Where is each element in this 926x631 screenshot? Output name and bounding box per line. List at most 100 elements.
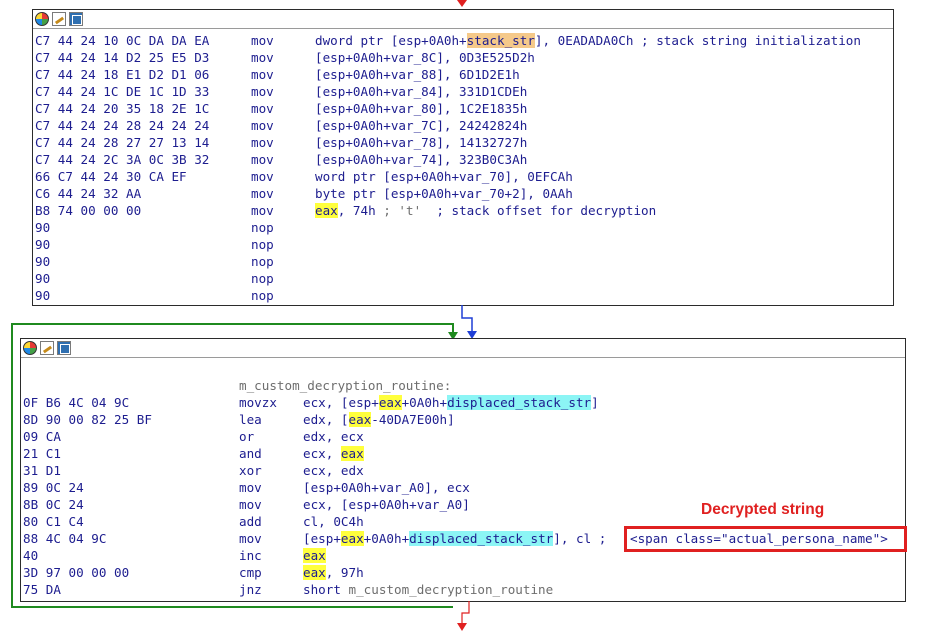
operands: cl, 0C4h — [303, 513, 364, 530]
annotation-title: Decrypted string — [701, 501, 825, 518]
instruction-row: C7 44 24 24 28 24 24 24 mov [esp+0A0h+var_… — [33, 117, 893, 134]
operands: byte ptr [esp+0A0h+var_70+2], 0AAh — [315, 185, 573, 202]
instruction-row: B8 74 00 00 00 mov eax, 74h ; 't' ; stack … — [33, 202, 893, 219]
edit-icon[interactable] — [40, 341, 54, 355]
operand-text: ], 0EADADA0Ch ; stack string initializat… — [534, 33, 861, 48]
opcode-bytes: 90 — [35, 271, 51, 286]
instruction-row: 21 C1 and ecx, eax — [21, 445, 905, 462]
operand-text: +0A0h+ — [401, 395, 448, 410]
operand-text: ecx, [esp+0A0h+var_A0] — [303, 497, 470, 512]
operand-text: ecx, — [303, 446, 341, 461]
exit-edge — [457, 601, 470, 631]
operand-text: [esp+0A0h+var_74], 323B0C3Ah — [315, 152, 528, 167]
operands: edx, [eax-40DA7E00h] — [303, 411, 455, 428]
mnemonic: mov — [251, 50, 274, 65]
opcode-bytes: C7 44 24 1C DE 1C 1D 33 — [35, 84, 210, 99]
highlighted-token: eax — [303, 548, 326, 563]
mnemonic: mov — [251, 152, 274, 167]
opcode-bytes: C7 44 24 14 D2 25 E5 D3 — [35, 50, 210, 65]
instruction-row: C7 44 24 20 35 18 2E 1C mov [esp+0A0h+var_… — [33, 100, 893, 117]
operand-text: dword ptr [esp+0A0h+ — [315, 33, 467, 48]
instruction-row: 90 nop — [33, 236, 893, 253]
opcode-bytes: 66 C7 44 24 30 CA EF — [35, 169, 187, 184]
highlighted-token: eax — [315, 203, 338, 218]
instruction-row: C7 44 24 18 E1 D2 D1 06 mov [esp+0A0h+var_… — [33, 66, 893, 83]
instruction-row: 89 0C 24 mov [esp+0A0h+var_A0], ecx — [21, 479, 905, 496]
instruction-row: 90 nop — [33, 219, 893, 236]
operands: eax, 74h ; 't' ; stack offset for decryp… — [315, 202, 656, 219]
operand-text: edx, [ — [303, 412, 349, 427]
operands: short m_custom_decryption_routine — [303, 581, 553, 598]
mnemonic: add — [239, 514, 262, 529]
highlighted-token: eax — [303, 565, 326, 580]
instruction-row: 3D 97 00 00 00 cmp eax, 97h — [21, 564, 905, 581]
operand-text: [esp+ — [303, 531, 341, 546]
instruction-row: 75 DA jnz short m_custom_decryption_routin… — [21, 581, 905, 598]
operands: edx, ecx — [303, 428, 364, 445]
opcode-bytes: 89 0C 24 — [23, 480, 84, 495]
opcode-bytes: C7 44 24 20 35 18 2E 1C — [35, 101, 210, 116]
mnemonic: mov — [251, 67, 274, 82]
operands: [esp+0A0h+var_7C], 24242824h — [315, 117, 527, 134]
instruction-row: C6 44 24 32 AA mov byte ptr [esp+0A0h+var_… — [33, 185, 893, 202]
operand-text: ; stack offset for decryption — [421, 203, 657, 218]
block-header — [21, 339, 905, 358]
operand-text: [esp+0A0h+var_78], 14132727h — [315, 135, 528, 150]
operands: ecx, [esp+0A0h+var_A0] — [303, 496, 470, 513]
opcode-bytes: C7 44 24 2C 3A 0C 3B 32 — [35, 152, 210, 167]
opcode-bytes: 21 C1 — [23, 446, 61, 461]
operand-text: ], cl ; — [553, 531, 607, 546]
opcode-bytes: C6 44 24 32 AA — [35, 186, 142, 201]
highlighted-token: stack_str — [466, 33, 535, 48]
mnemonic: and — [239, 446, 262, 461]
operand-text: [esp+0A0h+var_A0], ecx — [303, 480, 470, 495]
operands: ecx, eax — [303, 445, 364, 462]
opcode-bytes: 88 4C 04 9C — [23, 531, 107, 546]
mnemonic: cmp — [239, 565, 262, 580]
operand-text: [esp+0A0h+var_88], 6D1D2E1h — [315, 67, 520, 82]
instruction-row: 8D 90 00 82 25 BF lea edx, [eax-40DA7E00h] — [21, 411, 905, 428]
color-icon[interactable] — [35, 12, 49, 26]
mnemonic: nop — [251, 220, 274, 235]
mnemonic: inc — [239, 548, 262, 563]
graph-icon[interactable] — [57, 341, 71, 355]
mnemonic: mov — [251, 101, 274, 116]
operands: eax — [303, 547, 326, 564]
opcode-bytes: 90 — [35, 254, 51, 269]
operand-text: +0A0h+ — [363, 531, 410, 546]
operand-text: [esp+0A0h+var_7C], 24242824h — [315, 118, 528, 133]
block-header — [33, 10, 893, 29]
mnemonic: lea — [239, 412, 262, 427]
decrypted-string-comment: <span class="actual_persona_name"> — [630, 531, 888, 546]
operands: eax, 97h — [303, 564, 364, 581]
highlighted-token: eax — [340, 531, 364, 546]
graph-icon[interactable] — [69, 12, 83, 26]
operand-text: edx, ecx — [303, 429, 364, 444]
code-block-decryption-routine[interactable]: m_custom_decryption_routine: 0F B6 4C 04 … — [20, 338, 906, 602]
mnemonic: mov — [251, 186, 274, 201]
mnemonic: mov — [239, 531, 262, 546]
opcode-bytes: 3D 97 00 00 00 — [23, 565, 130, 580]
operands: [esp+0A0h+var_84], 331D1CDEh — [315, 83, 527, 100]
instruction-row: C7 44 24 14 D2 25 E5 D3 mov [esp+0A0h+var_… — [33, 49, 893, 66]
color-icon[interactable] — [23, 341, 37, 355]
instruction-row: 90 nop — [33, 270, 893, 287]
mnemonic: nop — [251, 288, 274, 303]
operand-text: short — [303, 582, 349, 597]
opcode-bytes: 09 CA — [23, 429, 61, 444]
mnemonic: mov — [251, 169, 274, 184]
operand-text: , 97h — [325, 565, 364, 580]
mnemonic: xor — [239, 463, 262, 478]
edit-icon[interactable] — [52, 12, 66, 26]
operand-text: m_custom_decryption_routine — [348, 582, 554, 597]
instruction-row: 90 nop — [33, 253, 893, 270]
instruction-row: 0F B6 4C 04 9C movzx ecx, [esp+eax+0A0h+di… — [21, 394, 905, 411]
opcode-bytes: 75 DA — [23, 582, 61, 597]
instruction-row: C7 44 24 1C DE 1C 1D 33 mov [esp+0A0h+var_… — [33, 83, 893, 100]
operand-text: cl, 0C4h — [303, 514, 364, 529]
code-block-stack-init[interactable]: C7 44 24 10 0C DA DA EA mov dword ptr [esp… — [32, 9, 894, 306]
mnemonic: mov — [251, 33, 274, 48]
opcode-bytes: 0F B6 4C 04 9C — [23, 395, 130, 410]
operand-text: ; 't' — [383, 203, 422, 218]
operand-text: ecx, [esp+ — [303, 395, 379, 410]
